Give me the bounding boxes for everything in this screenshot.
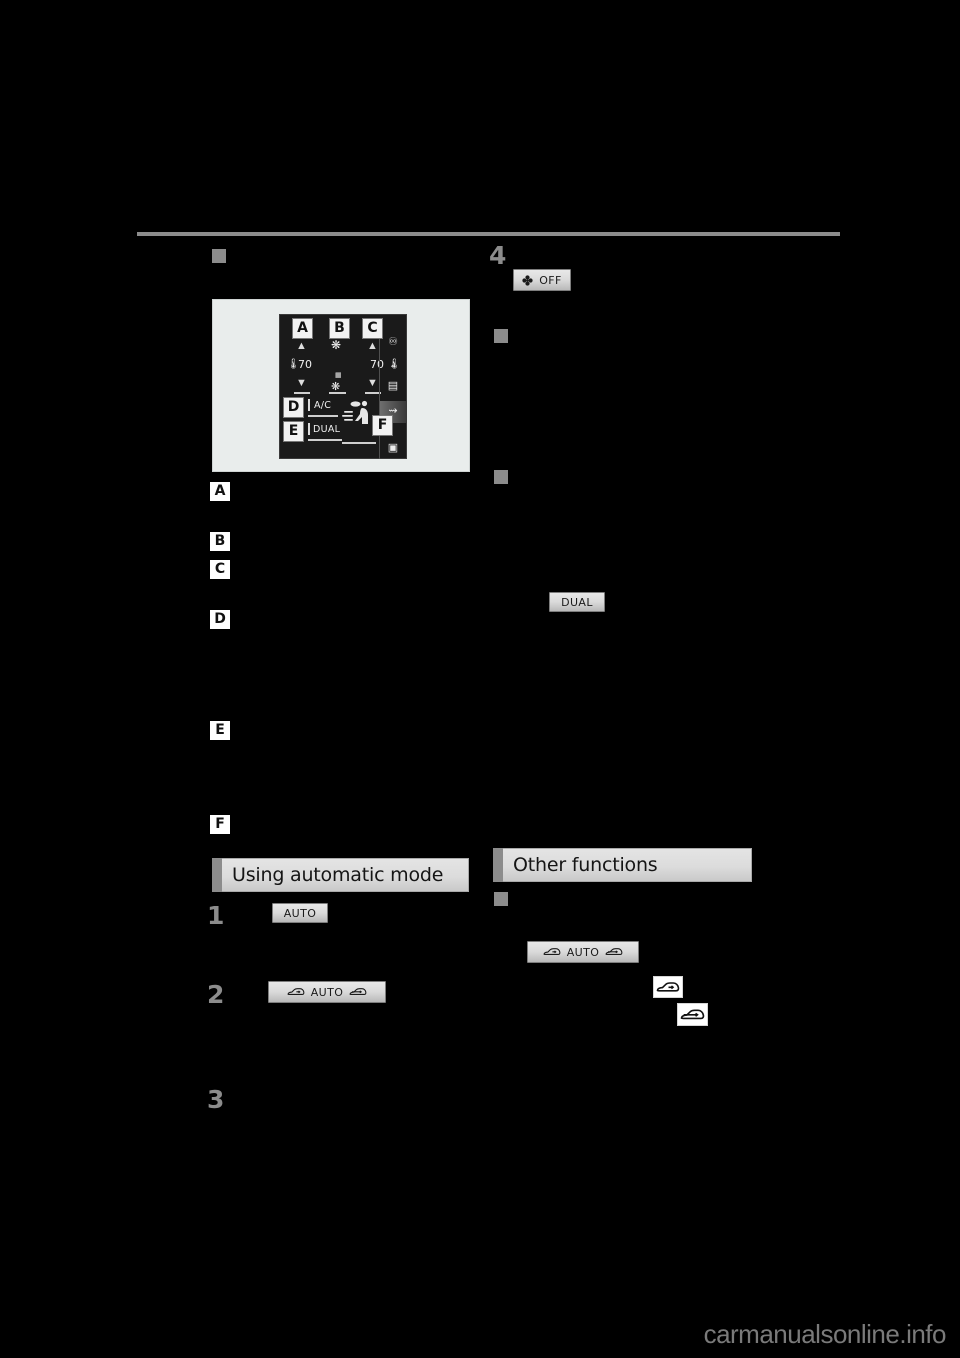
temp-down-left-icon[interactable]: ▼ (296, 378, 307, 389)
fan-up-icon[interactable]: ❋ (331, 338, 341, 352)
step-number-2: 2 (207, 980, 225, 1009)
car-recirculate-icon-standalone[interactable] (653, 976, 683, 998)
media-icon[interactable]: ▤ (385, 379, 401, 393)
body-callout-a: A (209, 481, 231, 502)
bullet-marker-left-top (212, 247, 226, 265)
square-bullet-icon (212, 248, 226, 263)
auto-button-label: AUTO (283, 906, 317, 920)
body-callout-c: C (209, 559, 231, 580)
dual-indicator-bar (308, 423, 310, 435)
car-fresh-air-icon-standalone[interactable] (677, 1003, 708, 1026)
square-bullet-icon (494, 328, 508, 343)
screen-callout-d: D (283, 397, 304, 418)
screen-callout-c: C (362, 318, 383, 339)
headphones-icon[interactable]: ♾ (385, 335, 401, 349)
other-auto-airflow-button-label: AUTO (566, 945, 600, 959)
dual-underline (308, 439, 342, 441)
square-bullet-icon (494, 469, 508, 484)
temp-left-underline (294, 392, 310, 394)
seat-underline (342, 442, 376, 444)
other-auto-airflow-button[interactable]: AUTO (527, 941, 639, 963)
fan-underline (329, 392, 346, 394)
section-header-using-automatic-mode: Using automatic mode (212, 858, 469, 892)
auto-airflow-button-label: AUTO (310, 985, 344, 999)
music-note-icon[interactable]: ♪ (385, 357, 401, 371)
car-fresh-air-icon (349, 988, 367, 996)
screen-callout-a: A (292, 318, 313, 339)
square-bullet-icon (494, 891, 508, 906)
body-callout-d: D (209, 609, 231, 630)
off-button-label: OFF (539, 273, 562, 287)
screen-callout-e: E (283, 421, 304, 442)
step-number-3: 3 (207, 1085, 225, 1114)
section-accent-bar (212, 858, 222, 892)
display-icon[interactable]: ▣ (385, 441, 401, 455)
bullet-marker-other-functions (494, 890, 508, 908)
body-callout-e: E (209, 720, 231, 741)
car-recirculate-icon (287, 988, 305, 996)
fan-icon (522, 274, 533, 286)
climate-screen: A B C ▲ ▲ ❋ ▦ ❋ 🌡 70 70 🌡 ▼ ▼ D A/C E DU… (279, 314, 407, 459)
manual-page: A B C ▲ ▲ ❋ ▦ ❋ 🌡 70 70 🌡 ▼ ▼ D A/C E DU… (0, 0, 960, 1358)
dual-label[interactable]: DUAL (313, 424, 340, 435)
section-title: Other functions (513, 854, 658, 876)
section-accent-bar (493, 848, 503, 882)
temp-up-left-icon[interactable]: ▲ (296, 341, 307, 352)
fan-level-icon: ▦ (335, 372, 342, 379)
step-number-4: 4 (489, 241, 507, 270)
auto-button[interactable]: AUTO (272, 903, 328, 923)
screen-callout-f: F (372, 415, 393, 436)
body-callout-f: F (209, 814, 231, 835)
temp-left-value: 70 (298, 358, 312, 371)
ac-indicator-bar (308, 399, 310, 411)
temp-down-right-icon[interactable]: ▼ (367, 378, 378, 389)
auto-airflow-button[interactable]: AUTO (268, 981, 386, 1003)
screen-side-strip: ♾ ♪ ▤ ⇝ ▣ (379, 325, 406, 459)
seat-airflow-icon (342, 400, 368, 424)
car-recirculate-icon (656, 981, 680, 992)
section-header-other-functions: Other functions (493, 848, 752, 882)
bullet-marker-right-2 (494, 468, 508, 486)
dual-button-label: DUAL (561, 595, 593, 609)
dual-button[interactable]: DUAL (549, 592, 605, 612)
step-number-1: 1 (207, 901, 225, 930)
car-fresh-air-icon (605, 948, 623, 956)
car-fresh-air-icon (680, 1008, 705, 1019)
ac-underline (308, 415, 338, 417)
body-callout-b: B (209, 531, 231, 552)
off-button[interactable]: OFF (513, 269, 571, 291)
ac-label[interactable]: A/C (314, 400, 331, 411)
temp-up-right-icon[interactable]: ▲ (367, 341, 378, 352)
climate-figure: A B C ▲ ▲ ❋ ▦ ❋ 🌡 70 70 🌡 ▼ ▼ D A/C E DU… (212, 299, 470, 472)
bullet-marker-right-1 (494, 327, 508, 345)
section-title: Using automatic mode (232, 864, 444, 886)
car-recirculate-icon (543, 948, 561, 956)
header-rule (137, 232, 840, 236)
screen-callout-b: B (329, 318, 350, 339)
watermark: carmanualsonline.info (703, 1319, 947, 1349)
